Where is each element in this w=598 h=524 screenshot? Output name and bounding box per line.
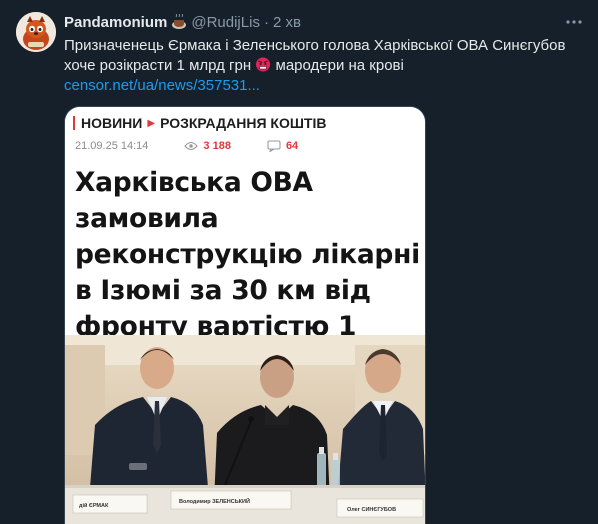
coffee-emoji-icon xyxy=(171,13,187,30)
tweet-text: Призначенець Єрмака і Зеленського голова… xyxy=(64,36,584,96)
tweet-text-line-2-start: хоче розікрасти 1 млрд грн xyxy=(64,57,252,74)
tweet-text-line-2-end: мародери на крові xyxy=(275,57,404,74)
views-count: 3 188 xyxy=(184,140,231,152)
breadcrumb: НОВИНИ ▶ РОЗКРАДАННЯ КОШТІВ xyxy=(73,115,326,131)
comment-icon xyxy=(267,140,281,152)
nameplate-middle: Володимир ЗЕЛЕНСЬКИЙ xyxy=(179,497,250,505)
tweet-header: Pandamonium @RudijLis · 2 хв xyxy=(64,12,301,32)
article-meta: 21.09.25 14:14 3 188 64 xyxy=(75,140,298,152)
comments-value: 64 xyxy=(285,140,299,152)
breadcrumb-section: НОВИНИ xyxy=(81,115,143,131)
breadcrumb-marker xyxy=(73,116,75,130)
timestamp[interactable]: 2 хв xyxy=(273,14,301,31)
display-name[interactable]: Pandamonium xyxy=(64,14,167,31)
article-date: 21.09.25 14:14 xyxy=(75,140,149,152)
angry-face-emoji-icon xyxy=(255,56,271,72)
comments-count: 64 xyxy=(267,140,298,152)
officials-meeting-photo: дій ЄРМАК Володимир ЗЕЛЕНСЬКИЙ Олег СИНЄ… xyxy=(65,335,425,524)
avatar[interactable] xyxy=(16,12,56,52)
more-horizontal-icon xyxy=(566,20,582,24)
views-value: 3 188 xyxy=(203,140,231,152)
more-options-button[interactable] xyxy=(564,12,584,32)
article-screenshot: НОВИНИ ▶ РОЗКРАДАННЯ КОШТІВ 21.09.25 14:… xyxy=(65,107,425,414)
nameplate-left: дій ЄРМАК xyxy=(79,502,109,509)
red-panda-avatar-icon xyxy=(16,12,56,52)
breadcrumb-arrow-icon: ▶ xyxy=(147,117,156,129)
eye-icon xyxy=(184,141,199,151)
separator-dot: · xyxy=(263,13,269,31)
tweet-text-line-2: хоче розікрасти 1 млрд грн мародери на к… xyxy=(64,56,584,76)
breadcrumb-topic: РОЗКРАДАННЯ КОШТІВ xyxy=(160,115,327,131)
user-handle[interactable]: @RudijLis xyxy=(191,14,260,31)
nameplate-right: Олег СИНЄГУБОВ xyxy=(347,507,396,513)
media-card[interactable]: НОВИНИ ▶ РОЗКРАДАННЯ КОШТІВ 21.09.25 14:… xyxy=(64,106,426,524)
tweet-text-line-1: Призначенець Єрмака і Зеленського голова… xyxy=(64,37,566,54)
article-photo: дій ЄРМАК Володимир ЗЕЛЕНСЬКИЙ Олег СИНЄ… xyxy=(65,335,425,524)
news-link[interactable]: censor.net/ua/news/357531... xyxy=(64,77,260,94)
tweet[interactable]: Pandamonium @RudijLis · 2 хв Призначенец… xyxy=(0,0,598,524)
